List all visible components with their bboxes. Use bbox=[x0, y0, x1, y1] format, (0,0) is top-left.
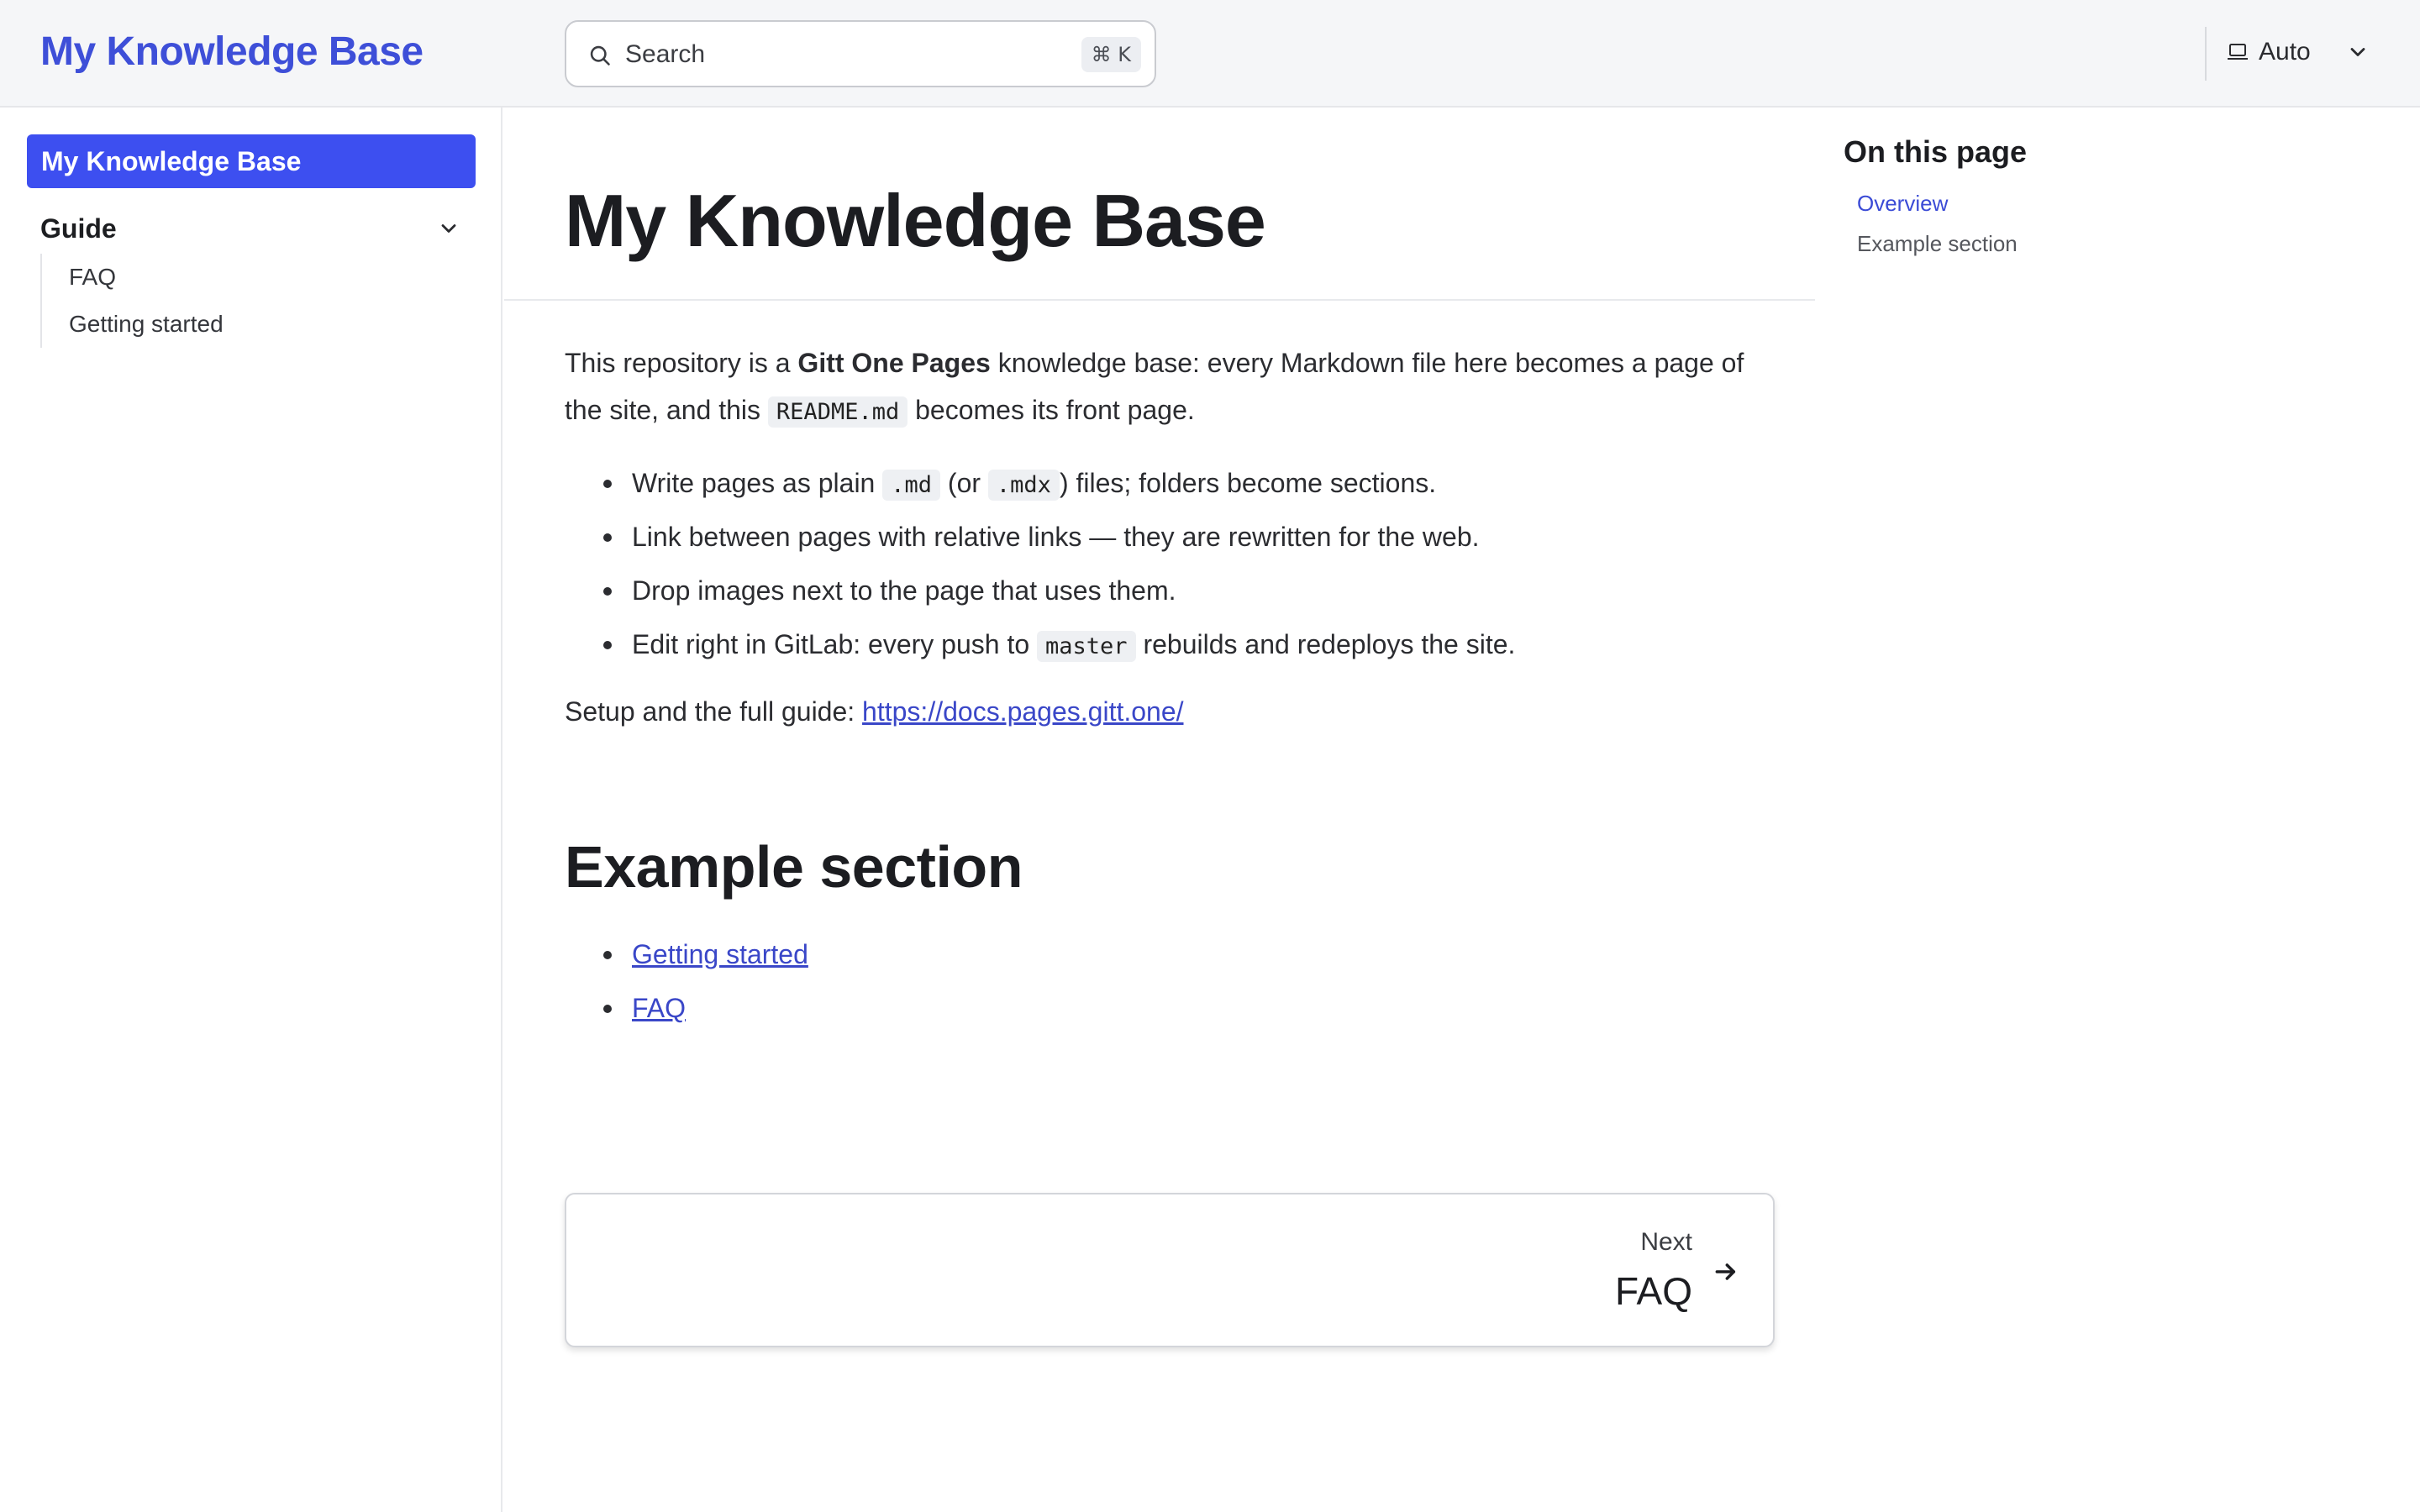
title-divider bbox=[504, 299, 1815, 301]
toc-item-overview[interactable]: Overview bbox=[1857, 183, 2381, 223]
toc-title: On this page bbox=[1844, 134, 2028, 169]
getting-started-link[interactable]: Getting started bbox=[632, 939, 808, 969]
site-brand-link[interactable]: My Knowledge Base bbox=[40, 29, 424, 75]
inline-code: master bbox=[1037, 631, 1136, 662]
search-icon bbox=[590, 45, 610, 66]
toc-item-example-section[interactable]: Example section bbox=[1857, 223, 2381, 264]
top-header: My Knowledge Base Search ⌘ K Auto bbox=[0, 0, 2420, 108]
product-name: Gitt One Pages bbox=[797, 348, 991, 378]
theme-selector[interactable]: Auto bbox=[2227, 25, 2311, 79]
list-item: Link between pages with relative links —… bbox=[565, 510, 1775, 564]
inline-code: README.md bbox=[767, 396, 908, 428]
list-item: Getting started bbox=[565, 927, 808, 981]
intro-paragraph: This repository is a Gitt One Pages know… bbox=[565, 339, 1775, 436]
search-placeholder: Search bbox=[625, 40, 706, 68]
list-item: Edit right in GitLab: every push to mast… bbox=[565, 617, 1775, 671]
list-item: Drop images next to the page that uses t… bbox=[565, 564, 1775, 617]
feature-list: Write pages as plain .md (or .mdx) files… bbox=[565, 456, 1775, 671]
sidebar-item-faq[interactable]: FAQ bbox=[69, 254, 224, 301]
list-item: Write pages as plain .md (or .mdx) files… bbox=[565, 456, 1775, 510]
table-of-contents: On this page Overview Example section bbox=[1844, 131, 2381, 264]
chevron-down-icon[interactable] bbox=[2346, 40, 2370, 64]
sidebar-sublist: FAQ Getting started bbox=[40, 254, 224, 348]
list-item: FAQ bbox=[565, 981, 808, 1035]
laptop-icon bbox=[2228, 44, 2248, 60]
inline-code: .md bbox=[882, 470, 941, 501]
next-page-title: FAQ bbox=[1614, 1269, 1692, 1313]
next-page-button[interactable]: Next FAQ bbox=[565, 1193, 1775, 1347]
sidebar-group-label: Guide bbox=[40, 213, 117, 244]
theme-label: Auto bbox=[2259, 38, 2311, 66]
inline-code: .mdx bbox=[987, 470, 1060, 501]
section-heading: Example section bbox=[565, 834, 1023, 900]
sidebar: My Knowledge Base Guide FAQ Getting star… bbox=[0, 108, 502, 1512]
chevron-down-icon[interactable] bbox=[437, 217, 460, 240]
search-input[interactable]: Search ⌘ K bbox=[565, 20, 1156, 87]
sidebar-item-home[interactable]: My Knowledge Base bbox=[27, 134, 476, 188]
sidebar-group-guide[interactable]: Guide bbox=[40, 205, 460, 252]
section-link-list: Getting started FAQ bbox=[565, 927, 808, 1035]
sidebar-item-getting-started[interactable]: Getting started bbox=[69, 301, 224, 348]
setup-paragraph: Setup and the full guide: https://docs.p… bbox=[565, 696, 1184, 727]
search-shortcut-badge: ⌘ K bbox=[1081, 37, 1141, 72]
header-divider bbox=[2205, 27, 2207, 81]
page-title: My Knowledge Base bbox=[565, 179, 1266, 262]
arrow-right-icon bbox=[1715, 1263, 1736, 1280]
faq-link[interactable]: FAQ bbox=[632, 993, 686, 1023]
docs-link[interactable]: https://docs.pages.gitt.one/ bbox=[862, 696, 1183, 727]
next-label: Next bbox=[1640, 1228, 1692, 1256]
article-body: This repository is a Gitt One Pages know… bbox=[565, 339, 1775, 735]
